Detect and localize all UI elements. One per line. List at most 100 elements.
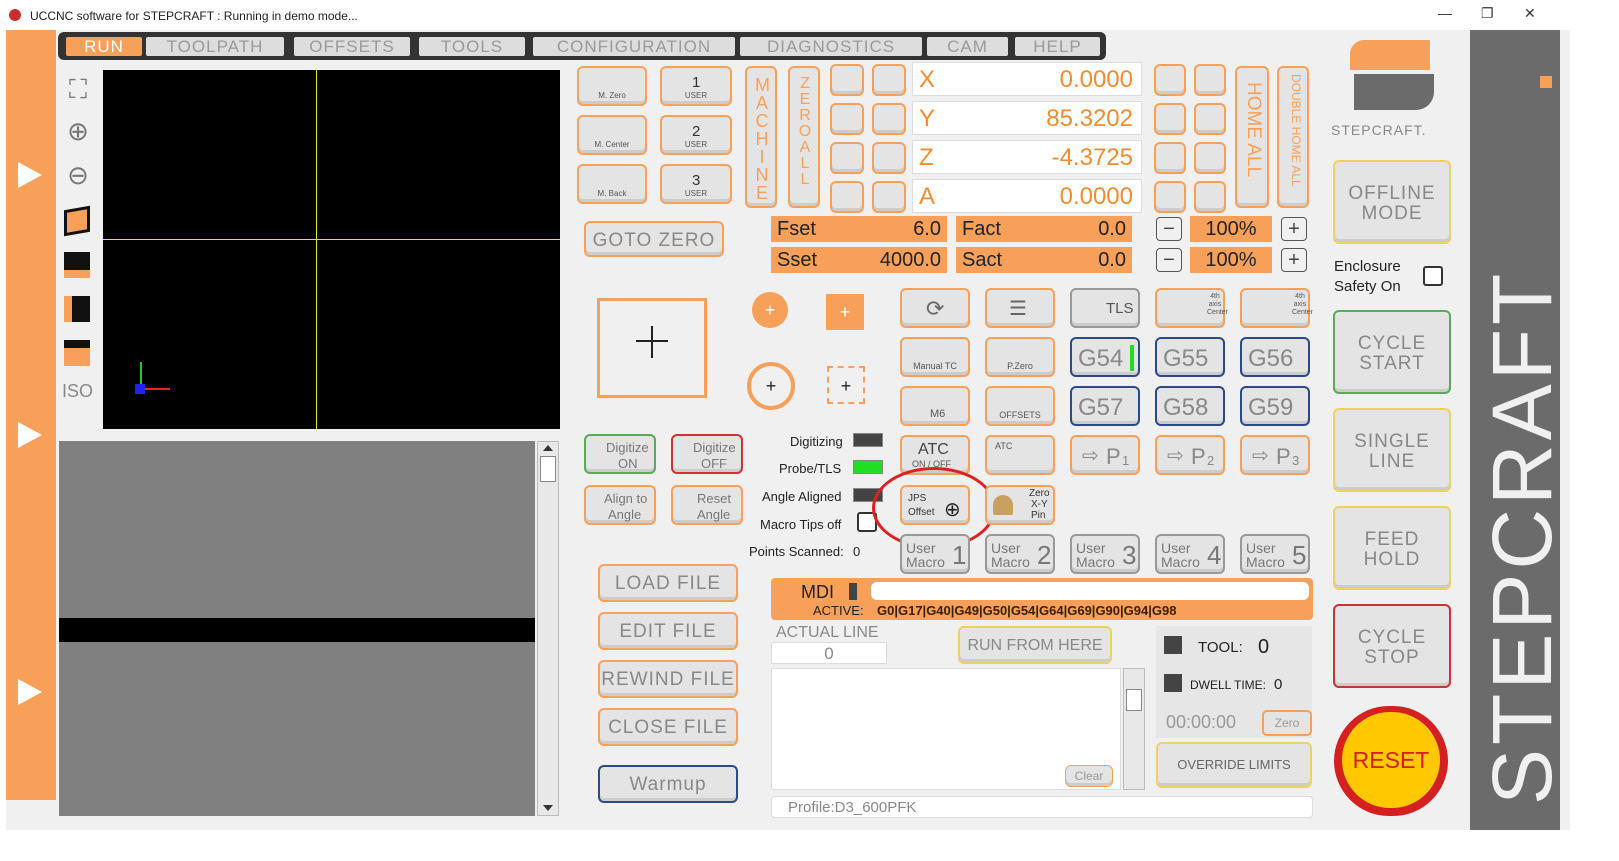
enclosure-safety-checkbox[interactable] xyxy=(1423,266,1443,286)
zero-xy-pin-button[interactable]: Zero X-Y Pin xyxy=(985,485,1055,525)
view-top-icon[interactable] xyxy=(64,205,90,237)
spindle-plus-button[interactable]: + xyxy=(1281,248,1307,272)
goto-p3-button[interactable]: ⇨ P 3 xyxy=(1240,435,1310,475)
load-file-button[interactable]: LOAD FILE xyxy=(598,564,738,602)
4th-axis-center-a-button[interactable]: 4th axis Center xyxy=(1155,288,1228,328)
axis-x-home-button[interactable] xyxy=(1154,64,1186,96)
machine-home-button[interactable]: MACHINE xyxy=(745,66,777,208)
fit-view-icon[interactable]: ⛶ xyxy=(62,74,94,106)
axis-z-jog-button[interactable] xyxy=(830,142,864,174)
axis-x-zero-button[interactable] xyxy=(872,64,906,96)
tab-toolpath[interactable]: TOOLPATH xyxy=(146,37,284,56)
actual-line-field[interactable]: 0 xyxy=(771,642,887,664)
axis-z-home-button[interactable] xyxy=(1154,142,1186,174)
spindle-cool-button[interactable]: ☰ xyxy=(985,288,1055,328)
goto-p2-button[interactable]: ⇨ P 2 xyxy=(1155,435,1225,475)
minimize-icon[interactable]: — xyxy=(1438,5,1452,21)
p-zero-button[interactable]: P.Zero xyxy=(985,337,1055,377)
feed-minus-button[interactable]: − xyxy=(1156,217,1182,241)
zoom-in-icon[interactable]: ⊕ xyxy=(62,116,94,147)
clear-console-button[interactable]: Clear xyxy=(1065,765,1113,787)
g59-button[interactable]: G59 xyxy=(1240,386,1310,426)
iso-view-label[interactable]: ISO xyxy=(62,381,93,402)
offline-mode-button[interactable]: OFFLINE MODE xyxy=(1333,160,1451,244)
override-limits-button[interactable]: OVERRIDE LIMITS xyxy=(1156,742,1312,788)
atc-tool-button[interactable]: ATC xyxy=(985,435,1055,475)
m6-button[interactable]: M6 xyxy=(900,386,970,426)
g57-button[interactable]: G57 xyxy=(1070,386,1140,426)
mdi-input[interactable] xyxy=(871,582,1309,600)
axis-x-dro[interactable]: X 0.0000 xyxy=(912,62,1142,96)
user-macro-2-button[interactable]: User Macro 2 xyxy=(985,534,1055,574)
gcode-viewer[interactable] xyxy=(59,441,535,816)
rewind-file-button[interactable]: REWIND FILE xyxy=(598,660,738,698)
scroll-thumb[interactable] xyxy=(540,456,556,482)
4th-axis-center-b-button[interactable]: 4th axis Center xyxy=(1240,288,1313,328)
tab-diagnostics[interactable]: DIAGNOSTICS xyxy=(740,37,922,56)
axis-x-set-button[interactable] xyxy=(1194,64,1226,96)
close-icon[interactable]: ✕ xyxy=(1524,5,1536,22)
scroll-up-icon[interactable] xyxy=(543,445,553,451)
probe-circle-center-icon[interactable]: + xyxy=(752,292,788,328)
view-front-icon[interactable] xyxy=(64,252,90,278)
toolpath-viewport[interactable] xyxy=(103,70,560,429)
gcode-scrollbar[interactable] xyxy=(537,441,559,816)
feed-plus-button[interactable]: + xyxy=(1281,217,1307,241)
cycle-stop-button[interactable]: CYCLE STOP xyxy=(1333,604,1451,688)
axis-z-dro[interactable]: Z -4.3725 xyxy=(912,140,1142,174)
home-all-button[interactable]: HOME ALL xyxy=(1235,66,1269,208)
digitize-off-button[interactable]: Digitize OFF xyxy=(671,434,743,474)
user-macro-4-button[interactable]: User Macro 4 xyxy=(1155,534,1225,574)
user-macro-1-button[interactable]: User Macro 1 xyxy=(900,534,970,574)
cycle-start-button[interactable]: CYCLE START xyxy=(1333,310,1451,394)
restore-icon[interactable]: ❐ xyxy=(1481,5,1494,22)
user-position-1-button[interactable]: 1 USER xyxy=(660,66,732,106)
tool-measure-button[interactable]: ⟳ xyxy=(900,288,970,328)
scroll-thumb[interactable] xyxy=(1126,689,1142,711)
expand-arrow-icon[interactable] xyxy=(18,422,42,448)
axis-a-home-button[interactable] xyxy=(1154,181,1186,213)
warmup-button[interactable]: Warmup xyxy=(598,765,738,803)
g55-button[interactable]: G55 xyxy=(1155,337,1225,377)
reset-angle-button[interactable]: Reset Angle xyxy=(671,485,743,525)
axis-z-zero-button[interactable] xyxy=(872,142,906,174)
digitize-on-button[interactable]: Digitize ON xyxy=(584,434,656,474)
tab-help[interactable]: HELP xyxy=(1015,37,1100,56)
probe-pocket-icon[interactable]: + xyxy=(827,366,865,404)
user-position-3-button[interactable]: 3 USER xyxy=(660,164,732,204)
axis-x-jog-button[interactable] xyxy=(830,64,864,96)
goto-p1-button[interactable]: ⇨ P 1 xyxy=(1070,435,1140,475)
spindle-minus-button[interactable]: − xyxy=(1156,248,1182,272)
axis-a-zero-button[interactable] xyxy=(872,181,906,213)
machine-back-button[interactable]: M. Back xyxy=(577,164,647,204)
g58-button[interactable]: G58 xyxy=(1155,386,1225,426)
view-side-icon[interactable] xyxy=(64,296,90,322)
align-to-angle-button[interactable]: Align to Angle xyxy=(584,485,656,525)
reset-button[interactable]: RESET xyxy=(1334,706,1448,816)
view-3d-icon[interactable] xyxy=(64,340,90,366)
manual-tc-button[interactable]: Manual TC xyxy=(900,337,970,377)
g54-button[interactable]: G54 xyxy=(1070,337,1140,377)
tool-offsets-button[interactable]: OFFSETS xyxy=(985,386,1055,426)
single-line-button[interactable]: SINGLE LINE xyxy=(1333,408,1451,492)
tab-configuration[interactable]: CONFIGURATION xyxy=(533,37,735,56)
machine-zero-button[interactable]: M. Zero xyxy=(577,66,647,106)
user-macro-5-button[interactable]: User Macro 5 xyxy=(1240,534,1310,574)
zero-timer-button[interactable]: Zero xyxy=(1262,710,1312,736)
tab-run[interactable]: RUN xyxy=(66,37,142,56)
axis-a-jog-button[interactable] xyxy=(830,181,864,213)
axis-y-home-button[interactable] xyxy=(1154,103,1186,135)
tab-offsets[interactable]: OFFSETS xyxy=(294,37,410,56)
axis-y-jog-button[interactable] xyxy=(830,103,864,135)
machine-center-button[interactable]: M. Center xyxy=(577,115,647,155)
probe-square-center-icon[interactable]: + xyxy=(826,294,864,330)
run-from-here-button[interactable]: RUN FROM HERE xyxy=(958,626,1112,664)
axis-y-dro[interactable]: Y 85.3202 xyxy=(912,101,1142,135)
tab-cam[interactable]: CAM xyxy=(927,37,1008,56)
scroll-down-icon[interactable] xyxy=(543,805,553,811)
probe-bore-icon[interactable]: + xyxy=(747,362,795,410)
console-scrollbar[interactable] xyxy=(1123,668,1145,790)
zero-all-button[interactable]: ZERO ALL xyxy=(788,66,820,208)
axis-z-set-button[interactable] xyxy=(1194,142,1226,174)
sset-display[interactable]: Sset 4000.0 xyxy=(771,247,947,273)
